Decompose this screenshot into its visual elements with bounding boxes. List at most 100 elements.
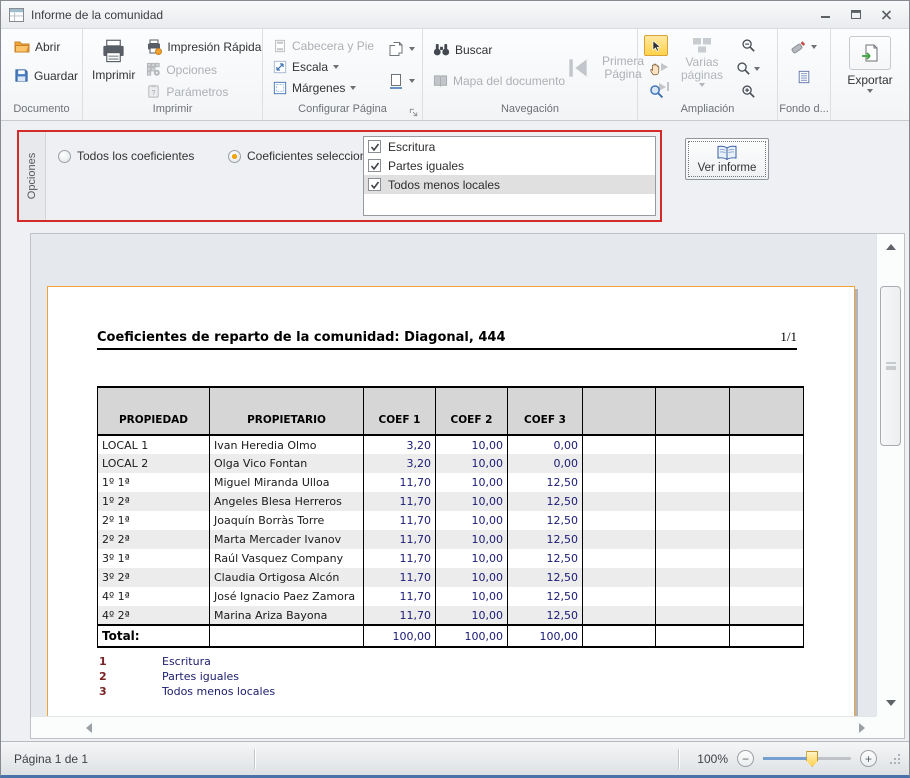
- zoom-in-button-status[interactable]: +: [860, 750, 877, 767]
- svg-text:?: ?: [152, 88, 156, 97]
- report-cell: 12,50: [508, 473, 583, 492]
- print-button[interactable]: Imprimir: [89, 33, 138, 102]
- scroll-left-icon[interactable]: [79, 717, 99, 739]
- book-icon: [716, 145, 738, 161]
- report-cell: [583, 530, 656, 549]
- report-cell: [730, 606, 804, 625]
- ribbon-group-exportar: Exportar: [831, 29, 909, 120]
- total-cell: 100,00: [436, 625, 508, 647]
- dropdown-caret-icon: [409, 47, 415, 51]
- coefficient-list[interactable]: EscrituraPartes igualesTodos menos local…: [363, 136, 656, 216]
- scale-button[interactable]: Escala: [269, 58, 378, 76]
- dropdown-caret-icon: [754, 67, 760, 71]
- report-cell: Ivan Heredia Olmo: [210, 435, 364, 454]
- zoom-slider[interactable]: [763, 757, 851, 760]
- zoom-out-button[interactable]: [736, 35, 760, 56]
- report-cell: 11,70: [364, 568, 436, 587]
- report-window: Informe de la comunidad Abrir Guardar Do…: [0, 0, 910, 778]
- window-title: Informe de la comunidad: [31, 8, 819, 22]
- scale-icon: [273, 60, 287, 74]
- report-cell: 12,50: [508, 606, 583, 625]
- header-footer-icon: [273, 39, 287, 53]
- multiple-pages-icon: [691, 37, 713, 53]
- zoom-value: 100%: [697, 752, 728, 766]
- coefficient-option[interactable]: Partes iguales: [364, 156, 655, 175]
- report-cell: Joaquín Borràs Torre: [210, 511, 364, 530]
- coefficient-option[interactable]: Escritura: [364, 137, 655, 156]
- magnifier-blue-icon: [649, 84, 664, 99]
- report-column-header: COEF 3: [508, 387, 583, 435]
- paper-size-dropdown[interactable]: [384, 39, 419, 59]
- document-map-icon: [433, 74, 448, 87]
- hand-tool-button[interactable]: [644, 58, 668, 79]
- zoom-tool-button[interactable]: [644, 81, 668, 102]
- checkbox-icon[interactable]: [368, 178, 381, 191]
- scroll-right-icon[interactable]: [852, 717, 872, 739]
- report-cell: [730, 435, 804, 454]
- group-label-ampliacion: Ampliación: [638, 102, 777, 120]
- report-column-header: [583, 387, 656, 435]
- checkbox-icon[interactable]: [368, 140, 381, 153]
- radio-icon[interactable]: [58, 150, 71, 163]
- report-cell: Olga Vico Fontan: [210, 454, 364, 473]
- title-bar: Informe de la comunidad: [1, 1, 909, 29]
- report-cell: Claudia Ortigosa Alcón: [210, 568, 364, 587]
- options-group-frame: Opciones Todos los coeficientes Coeficie…: [17, 130, 662, 222]
- orientation-icon: [388, 73, 404, 89]
- footnote-text: Todos menos locales: [162, 685, 275, 698]
- dialog-launcher-icon[interactable]: [408, 107, 419, 118]
- report-cell: Miguel Miranda Ulloa: [210, 473, 364, 492]
- open-button[interactable]: Abrir: [10, 37, 76, 57]
- preview-canvas[interactable]: Coeficientes de reparto de la comunidad:…: [31, 234, 876, 716]
- report-cell: 4º 2ª: [98, 606, 210, 625]
- coefficient-option[interactable]: Todos menos locales: [364, 175, 655, 194]
- dropdown-caret-icon: [811, 45, 817, 49]
- zoom-slider-thumb[interactable]: [806, 751, 818, 767]
- search-button[interactable]: Buscar: [429, 41, 557, 59]
- scroll-up-icon[interactable]: [877, 236, 904, 258]
- page-color-button[interactable]: [793, 68, 815, 86]
- report-cell: 10,00: [436, 530, 508, 549]
- report-cell: [730, 587, 804, 606]
- vertical-scroll-thumb[interactable]: [880, 286, 901, 446]
- minimize-icon[interactable]: [819, 9, 833, 21]
- resize-grip-icon[interactable]: [888, 752, 901, 765]
- report-table-row: LOCAL 1Ivan Heredia Olmo3,2010,000,00: [98, 435, 804, 454]
- save-icon: [14, 68, 29, 83]
- report-cell: 4º 1ª: [98, 587, 210, 606]
- margins-button[interactable]: Márgenes: [269, 79, 378, 97]
- close-icon[interactable]: [879, 9, 893, 21]
- group-label-fondo: Fondo d...: [778, 102, 830, 120]
- search-icon: [433, 43, 450, 56]
- folder-icon: [14, 39, 30, 55]
- view-report-button[interactable]: Ver informe: [685, 138, 769, 180]
- save-button[interactable]: Guardar: [10, 66, 76, 85]
- watermark-button[interactable]: [787, 37, 821, 57]
- report-cell: 3,20: [364, 454, 436, 473]
- maximize-icon[interactable]: [849, 9, 863, 21]
- zoom-out-button-status[interactable]: −: [737, 750, 754, 767]
- zoom-in-button[interactable]: [736, 81, 760, 102]
- export-button[interactable]: Exportar: [844, 34, 895, 95]
- report-cell: [730, 454, 804, 473]
- vertical-scrollbar[interactable]: [876, 234, 904, 716]
- page-info: Página 1 de 1: [1, 752, 254, 766]
- checkbox-icon[interactable]: [368, 159, 381, 172]
- options-icon: [146, 62, 161, 77]
- zoom-dropdown-button[interactable]: [736, 58, 760, 79]
- orientation-dropdown[interactable]: [384, 71, 419, 91]
- report-table-row: 3º 1ªRaúl Vasquez Company11,7010,0012,50: [98, 549, 804, 568]
- report-table-row: 1º 1ªMiguel Miranda Ulloa11,7010,0012,50: [98, 473, 804, 492]
- report-cell: José Ignacio Paez Zamora: [210, 587, 364, 606]
- quick-print-button[interactable]: Impresión Rápida: [142, 37, 265, 57]
- radio-all-coefficients[interactable]: Todos los coeficientes: [58, 149, 194, 163]
- scroll-down-icon[interactable]: [877, 692, 904, 714]
- pointer-tool-button[interactable]: [644, 35, 668, 56]
- radio-selected-icon[interactable]: [228, 150, 241, 163]
- report-cell: Marta Mercader Ivanov: [210, 530, 364, 549]
- horizontal-scrollbar[interactable]: [31, 716, 876, 738]
- total-cell: [210, 625, 364, 647]
- report-cell: Marina Ariza Bayona: [210, 606, 364, 625]
- report-cell: [730, 568, 804, 587]
- parameters-icon: ?: [146, 84, 161, 99]
